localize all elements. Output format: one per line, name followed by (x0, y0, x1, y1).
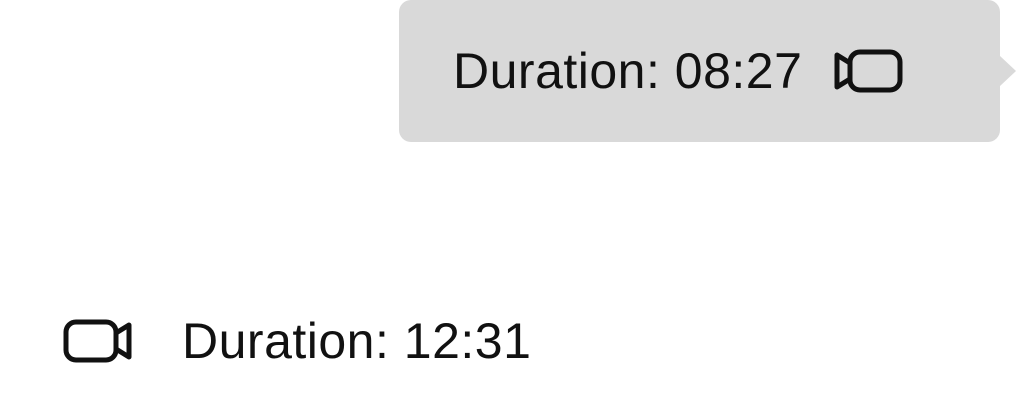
video-camera-icon (62, 317, 134, 365)
call-duration-label: Duration: 08:27 (453, 43, 803, 99)
chat-canvas: Duration: 08:27 Duration: 12:31 (0, 0, 1016, 411)
video-camera-icon (832, 47, 904, 95)
incoming-video-call-item[interactable]: Duration: 12:31 (62, 308, 531, 374)
call-duration-label: Duration: 12:31 (182, 313, 532, 369)
outgoing-video-call-bubble[interactable]: Duration: 08:27 (399, 0, 1016, 142)
